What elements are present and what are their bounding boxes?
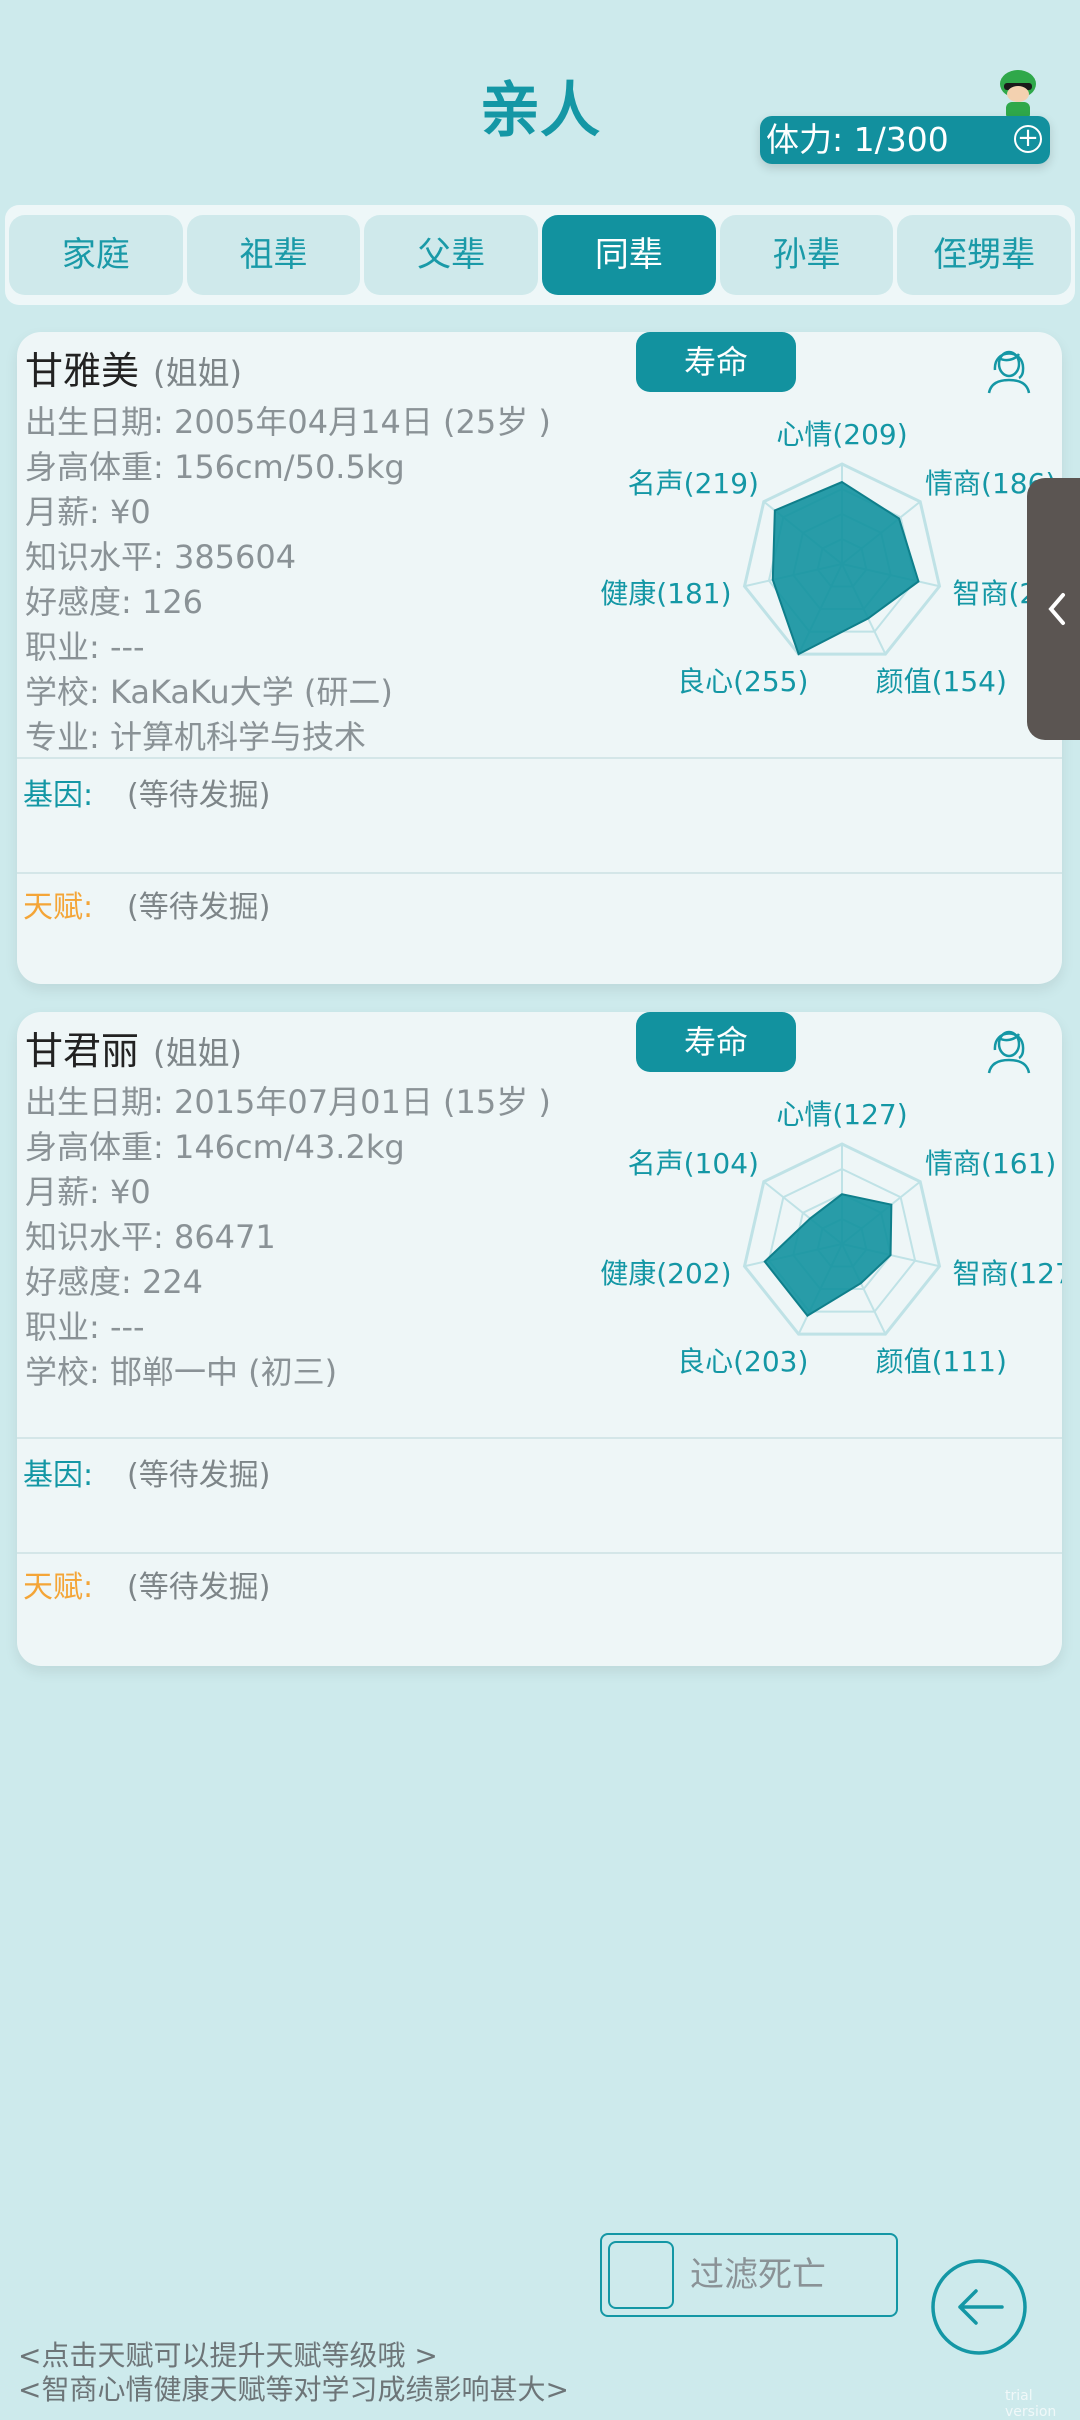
radar-axis-label: 名声(219)	[628, 467, 759, 500]
info-knowledge: 知识水平: 385604	[25, 538, 297, 576]
radar-value-area	[771, 480, 920, 656]
talent-label: 天赋:	[23, 890, 94, 925]
relative-name: 甘君丽	[25, 1029, 140, 1073]
stamina-text: 体力: 1/300	[766, 120, 949, 159]
tab-grandparents[interactable]: 祖辈	[186, 215, 361, 295]
attribute-radar-chart: 心情(127) 情商(161) 智商(127) 颜值(111) 良心(203) 健康(20…	[600, 1098, 1062, 1378]
info-major: 专业: 计算机科学与技术	[25, 718, 366, 756]
talent-value[interactable]: (等待发掘)	[127, 1562, 270, 1606]
talent-label: 天赋:	[23, 1570, 94, 1605]
relative-info: 出生日期: 2015年07月01日 (15岁 ) 身高体重: 146cm/43.…	[25, 1080, 551, 1395]
divider	[17, 757, 1062, 759]
relative-info: 出生日期: 2005年04月14日 (25岁 ) 身高体重: 156cm/50.…	[25, 400, 551, 760]
relative-relation: (姐姐)	[153, 354, 242, 392]
filter-label: 过滤死亡	[690, 2255, 826, 2295]
relative-relation: (姐姐)	[153, 1034, 242, 1072]
gene-label: 基因:	[23, 778, 94, 813]
tab-family[interactable]: 家庭	[9, 215, 183, 295]
gene-value[interactable]: (等待发掘)	[127, 1450, 270, 1494]
relative-name: 甘雅美	[25, 349, 140, 393]
female-avatar-icon[interactable]	[985, 1020, 1033, 1074]
radar-axis-label: 健康(202)	[600, 1257, 731, 1290]
tab-parents[interactable]: 父辈	[364, 215, 539, 295]
relative-name-row: 甘雅美 (姐姐)	[25, 340, 242, 395]
life-button[interactable]: 寿命	[636, 332, 796, 392]
divider	[17, 1437, 1062, 1439]
info-school: 学校: 邯郸一中 (初三)	[25, 1353, 338, 1391]
side-drawer-handle[interactable]	[1027, 478, 1080, 740]
gene-value[interactable]: (等待发掘)	[127, 770, 270, 814]
life-button[interactable]: 寿命	[636, 1012, 796, 1072]
relative-card[interactable]: 甘雅美 (姐姐) 寿命 出生日期: 2005年04月14日 (25岁 ) 身高体重…	[17, 332, 1062, 984]
divider	[17, 872, 1062, 874]
filter-checkbox[interactable]	[608, 2241, 674, 2309]
player-avatar-icon[interactable]	[996, 68, 1040, 122]
back-arrow-icon[interactable]	[930, 2258, 1028, 2356]
chevron-left-icon	[1048, 593, 1065, 625]
info-job: 职业: ---	[25, 1308, 145, 1346]
radar-axis-label: 情商(161)	[925, 1147, 1056, 1180]
info-birthday: 出生日期: 2015年07月01日 (15岁 )	[25, 1083, 551, 1121]
info-job: 职业: ---	[25, 628, 145, 666]
info-salary: 月薪: ¥0	[25, 493, 151, 531]
info-knowledge: 知识水平: 86471	[25, 1218, 276, 1256]
info-favorability: 好感度: 126	[25, 583, 204, 621]
tab-siblings[interactable]: 同辈	[542, 215, 716, 295]
talent-value[interactable]: (等待发掘)	[127, 882, 270, 926]
filter-dead-toggle[interactable]: 过滤死亡	[600, 2233, 898, 2317]
add-stamina-icon[interactable]: +	[1014, 125, 1042, 153]
divider	[17, 1552, 1062, 1554]
watermark: trial version	[1005, 2388, 1057, 2420]
radar-axis-label: 颜值(154)	[876, 665, 1007, 698]
info-birthday: 出生日期: 2005年04月14日 (25岁 )	[25, 403, 551, 441]
hint-text: <智商心情健康天赋等对学习成绩影响甚大>	[18, 2373, 569, 2406]
radar-value-area	[763, 1193, 893, 1318]
radar-axis-label: 良心(203)	[677, 1345, 808, 1378]
generation-tabs: 家庭 祖辈 父辈 同辈 孙辈 侄甥辈	[5, 205, 1075, 305]
relative-name-row: 甘君丽 (姐姐)	[25, 1020, 242, 1075]
female-avatar-icon[interactable]	[985, 340, 1033, 394]
info-height-weight: 身高体重: 156cm/50.5kg	[25, 448, 405, 486]
stamina-display: 体力: 1/300 +	[760, 116, 1050, 164]
tab-nephews[interactable]: 侄甥辈	[897, 215, 1072, 295]
radar-axis-label: 心情(209)	[776, 418, 907, 451]
radar-axis-label: 心情(127)	[776, 1098, 907, 1131]
radar-axis-label: 颜值(111)	[876, 1345, 1007, 1378]
info-salary: 月薪: ¥0	[25, 1173, 151, 1211]
relative-card[interactable]: 甘君丽 (姐姐) 寿命 出生日期: 2015年07月01日 (15岁 ) 身高体重…	[17, 1012, 1062, 1666]
info-height-weight: 身高体重: 146cm/43.2kg	[25, 1128, 405, 1166]
info-favorability: 好感度: 224	[25, 1263, 204, 1301]
radar-axis-label: 智商(127)	[952, 1257, 1062, 1290]
gene-label: 基因:	[23, 1458, 94, 1493]
info-school: 学校: KaKaKu大学 (研二)	[25, 673, 393, 711]
radar-axis-label: 健康(181)	[600, 577, 731, 610]
attribute-radar-chart: 心情(209)情商(186)智商(20颜值(154)良心(255)健康(181)…	[600, 418, 1056, 698]
tab-grandchildren[interactable]: 孙辈	[719, 215, 894, 295]
radar-axis-label: 名声(104)	[628, 1147, 759, 1180]
radar-axis-label: 良心(255)	[677, 665, 808, 698]
